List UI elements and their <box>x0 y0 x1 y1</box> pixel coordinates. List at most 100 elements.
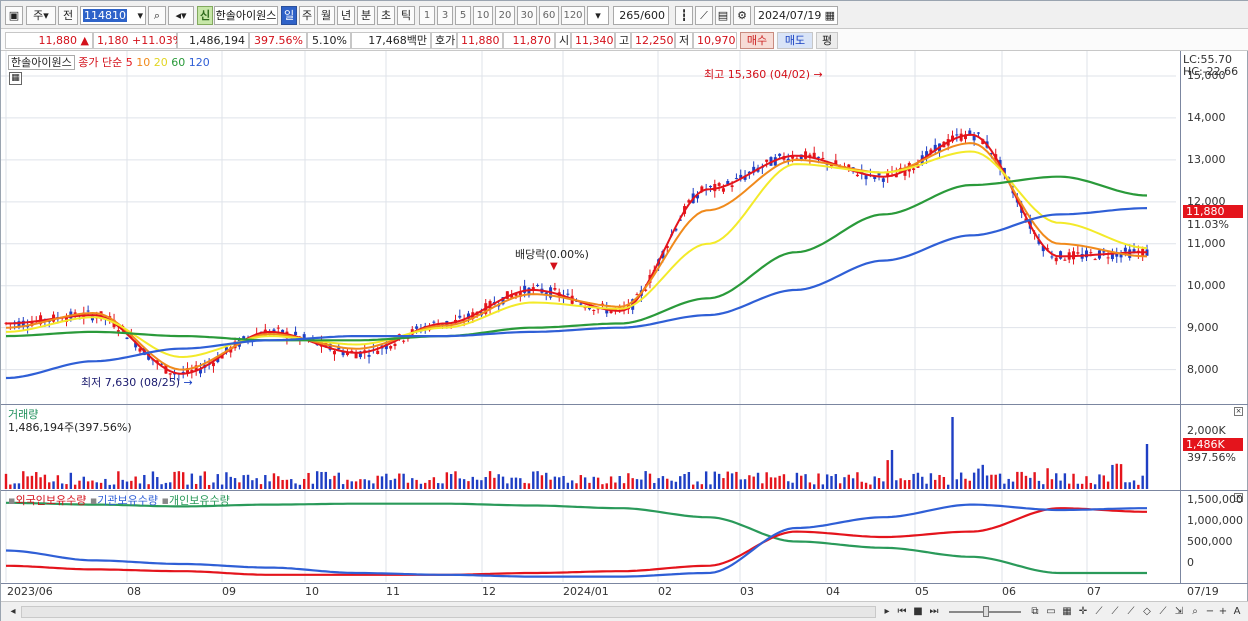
measure-icon[interactable]: ⟋ <box>1157 606 1169 618</box>
interval-3[interactable]: 3 <box>437 6 453 25</box>
pane-divider[interactable] <box>1 404 1248 405</box>
candle-body <box>730 185 734 188</box>
table-icon[interactable]: ▦ <box>9 72 22 85</box>
trendline-icon[interactable]: ⟋ <box>1109 606 1121 618</box>
copy-icon[interactable]: ⧉ <box>1029 606 1041 618</box>
volume-bar <box>601 484 604 489</box>
x-tick: 2023/06 <box>7 585 53 598</box>
credit-badge[interactable]: 신 <box>197 6 213 25</box>
tab-month[interactable]: 월 <box>317 6 335 25</box>
pan-icon[interactable]: ⇲ <box>1173 606 1185 618</box>
compare-icon[interactable]: ▭ <box>1045 606 1057 618</box>
volume-bar <box>475 479 479 489</box>
data-count-input[interactable]: 265/600 <box>613 6 669 25</box>
crosshair-icon[interactable]: ✛ <box>1077 606 1089 618</box>
zoom-slider-handle[interactable] <box>983 606 989 617</box>
volume-bar <box>946 484 950 489</box>
interval-5[interactable]: 5 <box>455 6 471 25</box>
zoom-out-icon[interactable]: − <box>1204 606 1216 618</box>
interval-10[interactable]: 10 <box>473 6 493 25</box>
scroll-left-icon[interactable]: ◂ <box>7 606 19 618</box>
volume-bar <box>873 476 876 489</box>
quote-bar: 11,880 ▲ 1,180 +11.03% 1,486,194 397.56%… <box>1 29 1248 51</box>
volume-bar <box>428 480 431 489</box>
volume-bar <box>125 481 129 489</box>
volume-bar <box>562 475 565 489</box>
layout-icon[interactable]: ▦ <box>1061 606 1073 618</box>
chevron-down-icon: ▾ <box>595 9 601 22</box>
volume-bar <box>925 483 928 489</box>
candle-icon[interactable]: ┇ <box>675 6 693 25</box>
buy-button[interactable]: 매수 <box>740 32 774 49</box>
text-size-icon[interactable]: A <box>1231 606 1243 618</box>
zoom-icon[interactable]: ⌕ <box>1189 606 1201 618</box>
price-legend: 한솔아이원스 종가 단순 5 10 20 60 120 <box>8 54 210 70</box>
interval-20[interactable]: 20 <box>495 6 515 25</box>
tab-day[interactable]: 일 <box>281 6 297 25</box>
volume-bar <box>346 479 349 489</box>
prev-button[interactable]: 전 <box>58 6 78 25</box>
volume-bar <box>398 473 401 489</box>
scroll-right-icon[interactable]: ▸ <box>881 606 893 618</box>
volume-bar <box>156 477 159 489</box>
scrollbar-track[interactable] <box>21 606 876 618</box>
tab-minute[interactable]: 분 <box>357 6 375 25</box>
volume-bar <box>458 478 462 489</box>
volume-bar <box>1106 481 1110 489</box>
interval-60[interactable]: 60 <box>539 6 559 25</box>
volume-bar <box>441 483 444 489</box>
chart-canvas[interactable] <box>1 51 1248 601</box>
volume-bar <box>765 472 768 489</box>
volume-bar <box>380 476 384 489</box>
date-input[interactable]: 2024/07/19 ▦ <box>754 6 838 25</box>
draw-icon[interactable]: ⟋ <box>1093 606 1105 618</box>
volume-bar <box>1011 481 1015 489</box>
volume-bar <box>756 472 760 489</box>
speaker-icon[interactable]: ◂▾ <box>168 6 194 25</box>
period-select[interactable]: 주▾ <box>26 6 56 25</box>
candle-body <box>955 134 959 136</box>
fibo-icon[interactable]: ⟋ <box>1125 606 1137 618</box>
volume-bar <box>182 472 185 489</box>
tab-second[interactable]: 초 <box>377 6 395 25</box>
pane-divider[interactable] <box>1 490 1248 491</box>
high-price: 12,250 <box>631 32 675 49</box>
stop-icon[interactable]: ■ <box>912 606 924 618</box>
fast-forward-icon[interactable]: ⏭ <box>928 606 940 618</box>
interval-1[interactable]: 1 <box>419 6 435 25</box>
interval-30[interactable]: 30 <box>517 6 537 25</box>
search-icon[interactable]: ⌕ <box>148 6 166 25</box>
tab-year[interactable]: 년 <box>337 6 355 25</box>
eval-button[interactable]: 평 <box>816 32 838 49</box>
volume-bar <box>445 472 449 489</box>
interval-custom-select[interactable]: ▾ <box>587 6 609 25</box>
interval-120[interactable]: 120 <box>561 6 585 25</box>
pane-divider <box>1 583 1248 584</box>
tab-week[interactable]: 주 <box>299 6 315 25</box>
volume-bar <box>838 483 842 489</box>
volume-bar <box>190 473 194 489</box>
volume-bar <box>791 482 794 489</box>
axis-divider <box>1180 51 1181 583</box>
close-icon[interactable]: × <box>1234 407 1243 416</box>
volume-bar <box>1080 483 1084 489</box>
volume-bar <box>687 472 691 489</box>
rewind-icon[interactable]: ⏮ <box>896 606 908 618</box>
volume-bar <box>536 471 539 489</box>
volume-bar <box>856 472 859 489</box>
stock-code-input[interactable]: 114810 ▾ <box>80 6 146 25</box>
tab-tick[interactable]: 틱 <box>397 6 415 25</box>
legend-stock-name[interactable]: 한솔아이원스 <box>8 55 75 70</box>
legend-foreign: 외국인보유수량 <box>15 494 87 507</box>
volume-bar <box>959 472 963 489</box>
gear-icon[interactable]: ⚙ <box>733 6 751 25</box>
shape-icon[interactable]: ◇ <box>1141 606 1153 618</box>
line-tool-icon[interactable]: ⟋ <box>695 6 713 25</box>
sell-button[interactable]: 매도 <box>777 32 813 49</box>
save-icon[interactable]: ▤ <box>715 6 731 25</box>
layout-icon[interactable]: ▣ <box>5 6 23 25</box>
volume-bar <box>735 471 738 489</box>
zoom-in-icon[interactable]: + <box>1217 606 1229 618</box>
volume-bar <box>618 476 621 489</box>
toolbar: ▣ 주▾ 전 114810 ▾ ⌕ ◂▾ 신 한솔아이원스 일 주 월 년 분 초… <box>1 1 1248 29</box>
